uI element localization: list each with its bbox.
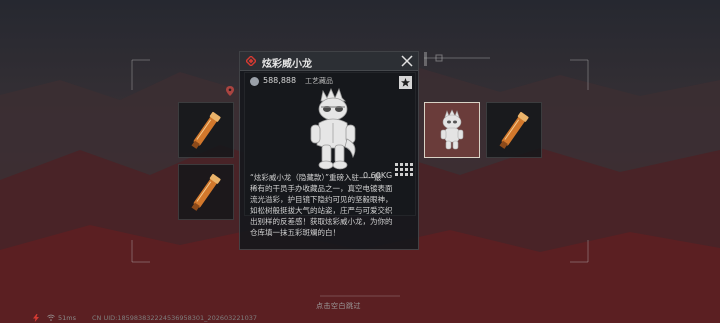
item-detail-panel: 炫彩威小龙 588,888 工艺藏品 0.60KG “炫彩威小龙（隐藏款）”重磅… [239, 51, 419, 250]
description-line: 稀有的干员手办收藏品之一，真空电镀表面 [250, 184, 393, 193]
item-category: 工艺藏品 [305, 77, 333, 85]
item-detail-header: 炫彩威小龙 [240, 52, 418, 71]
red-diamond-icon [246, 56, 256, 66]
lightning-icon [33, 314, 39, 322]
item-title: 炫彩威小龙 [262, 59, 312, 70]
description-line: 出别样的反差感！获取炫彩威小龙，为你的 [250, 217, 393, 226]
item-card-left-top[interactable] [178, 102, 234, 158]
close-icon[interactable] [400, 54, 414, 68]
uid-text: CN UID:1859838322245369583​01_2026032210… [92, 314, 258, 322]
coin-icon [250, 77, 259, 86]
description-line: 仓库填一抹五彩斑斓的白！ [250, 228, 340, 237]
dragon-figure-icon [440, 109, 464, 150]
item-description: “炫彩威小龙（隐藏款）”重磅入驻——最 稀有的干员手办收藏品之一，真空电镀表面 … [250, 172, 414, 238]
flashlight-icon [499, 111, 529, 149]
item-card-selected-dragon[interactable] [424, 102, 480, 158]
description-line: 如松树般挺拔大气的站姿，庄严与可爱交织 [250, 206, 393, 215]
item-price: 588,888 [263, 76, 297, 85]
flashlight-icon [191, 173, 221, 211]
description-line: “炫彩威小龙（隐藏款）”重磅入驻——最 [250, 173, 382, 182]
flashlight-icon [191, 111, 221, 149]
latency-text: 51ms [58, 314, 76, 322]
map-pin-icon [226, 86, 234, 96]
item-card-right[interactable] [486, 102, 542, 158]
description-line: 流光溢彩，护目镜下隐约可见的坚毅眼神， [250, 195, 393, 204]
star-icon[interactable] [399, 76, 412, 89]
skip-hint[interactable]: 点击空白跳过 [316, 301, 361, 311]
item-card-left-bottom[interactable] [178, 164, 234, 220]
dragon-figure-image [310, 87, 356, 170]
wifi-icon [47, 314, 55, 321]
